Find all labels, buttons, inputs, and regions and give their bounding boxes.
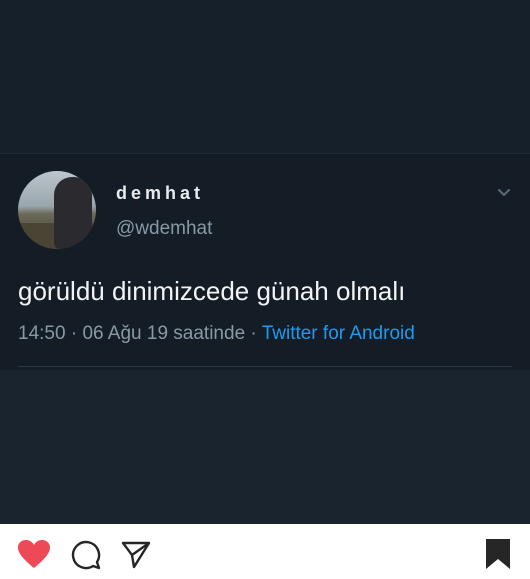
- meta-separator: ·: [245, 323, 262, 344]
- display-name: demhat: [116, 183, 205, 203]
- avatar-figure: [54, 177, 92, 249]
- send-icon[interactable]: [121, 541, 151, 569]
- tweet-source: Twitter for Android: [261, 323, 415, 344]
- heart-icon[interactable]: [17, 539, 51, 569]
- meta-separator: ·: [65, 323, 83, 344]
- avatar: [18, 171, 96, 249]
- post-image: [0, 0, 530, 524]
- chevron-down-icon: [498, 189, 510, 196]
- image-bottom-area: [0, 370, 530, 524]
- tweet-date: 06 Ağu 19 saatinde: [82, 323, 246, 344]
- comment-icon[interactable]: [71, 540, 101, 570]
- user-handle: @wdemhat: [116, 218, 213, 239]
- tweet-meta: 14:50 · 06 Ağu 19 saatinde · Twitter for…: [18, 323, 415, 345]
- image-top-area: [0, 0, 530, 153]
- divider: [18, 366, 512, 367]
- tweet-text: görüldü dinimizcede günah olmalı: [18, 276, 406, 306]
- bookmark-icon[interactable]: [485, 538, 511, 570]
- tweet-time: 14:50: [18, 323, 66, 344]
